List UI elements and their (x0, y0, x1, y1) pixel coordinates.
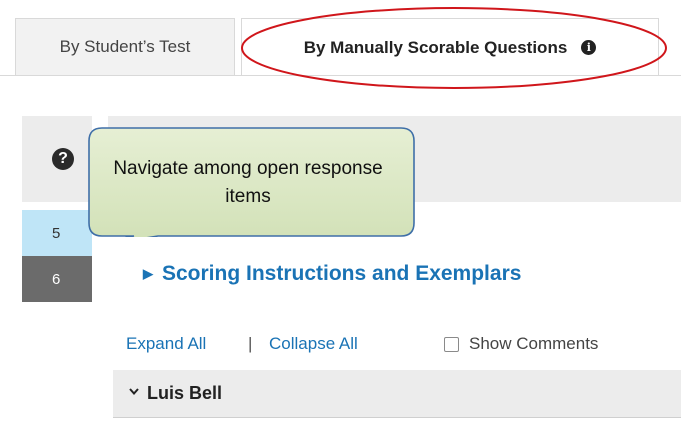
scoring-instructions-link[interactable]: ▶ Scoring Instructions and Exemplars (143, 262, 521, 286)
scoring-instructions-label: Scoring Instructions and Exemplars (162, 262, 522, 285)
show-comments-label: Show Comments (469, 334, 599, 353)
callout-text: Navigate among open response items (113, 158, 383, 207)
info-icon[interactable]: i (581, 40, 597, 55)
show-comments-toggle[interactable]: Show Comments (444, 334, 598, 354)
tab-bar: By Student’s Test By Manually Scorable Q… (0, 0, 681, 76)
tab-by-students-test[interactable]: By Student’s Test (15, 18, 235, 76)
student-name: Luis Bell (147, 383, 223, 403)
toolbar-separator: | (248, 334, 253, 353)
question-nav-help-cell: ? (22, 116, 92, 202)
tab-label: By Student’s Test (59, 37, 191, 56)
tab-by-manually-scorable-questions[interactable]: By Manually Scorable Questions i (241, 18, 659, 76)
question-nav-item[interactable]: 5 (22, 210, 92, 256)
question-number: 5 (52, 224, 61, 242)
help-icon[interactable]: ? (52, 148, 74, 170)
question-nav-item[interactable]: 6 (22, 256, 92, 302)
show-comments-checkbox[interactable] (444, 336, 459, 352)
student-row[interactable]: Luis Bell (113, 370, 681, 418)
caret-right-icon: ▶ (143, 266, 153, 281)
tab-label: By Manually Scorable Questions (303, 37, 568, 57)
question-number: 6 (52, 270, 61, 288)
chevron-down-icon (129, 387, 139, 395)
expand-all-link[interactable]: Expand All (126, 334, 206, 354)
tab-divider (0, 75, 681, 76)
collapse-all-link[interactable]: Collapse All (269, 334, 358, 354)
